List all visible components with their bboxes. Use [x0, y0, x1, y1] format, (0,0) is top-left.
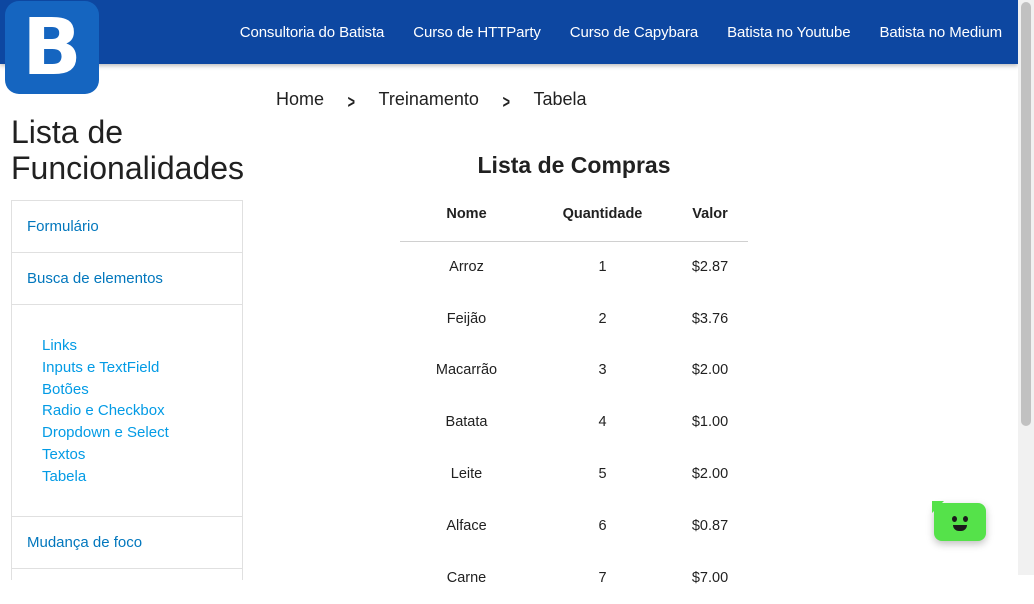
- nav-link-consultoria[interactable]: Consultoria do Batista: [240, 24, 385, 41]
- table-title: Lista de Compras: [477, 152, 671, 178]
- cell-nome: Batata: [445, 414, 488, 431]
- cell-nome: Alface: [446, 517, 487, 534]
- table-row: Feijão 2 $3.76: [400, 293, 748, 345]
- breadcrumb-tabela[interactable]: Tabela: [533, 89, 586, 110]
- cell-quantidade: 7: [598, 569, 607, 586]
- table-row: Leite 5 $2.00: [400, 448, 748, 500]
- brand-logo[interactable]: B: [5, 1, 99, 94]
- sidebar-item-busca-de-elementos[interactable]: Busca de elementos: [12, 253, 242, 305]
- breadcrumb-treinamento[interactable]: Treinamento: [379, 89, 479, 110]
- sidebar-title-line1: Lista de: [11, 114, 124, 150]
- table-row: Carne 7 $7.00: [400, 552, 748, 604]
- sidebar-item-formulario[interactable]: Formulário: [12, 201, 242, 253]
- cell-quantidade: 3: [598, 362, 607, 379]
- top-navbar: Consultoria do Batista Curso de HTTParty…: [0, 0, 1018, 64]
- cell-quantidade: 1: [598, 259, 607, 276]
- cell-valor: $2.87: [691, 259, 729, 276]
- column-header-nome: Nome: [400, 187, 533, 242]
- cell-valor: $2.00: [691, 362, 729, 379]
- page-scrollbar[interactable]: [1018, 0, 1034, 575]
- cell-nome: Feijão: [446, 310, 487, 327]
- table-row: Batata 4 $1.00: [400, 396, 748, 448]
- sidebar-title: Lista de Funcionalidades: [11, 114, 244, 186]
- chevron-right-icon: >: [502, 92, 510, 112]
- chevron-right-icon: >: [347, 92, 355, 112]
- sidebar-item-mudanca-de-foco[interactable]: Mudança de foco: [12, 517, 242, 569]
- submenu-item-dropdown-select[interactable]: Dropdown e Select: [42, 422, 242, 444]
- cell-nome: Leite: [450, 466, 483, 483]
- cell-valor: $1.00: [691, 414, 729, 431]
- table-row: Arroz 1 $2.87: [400, 241, 748, 293]
- submenu-item-radio-checkbox[interactable]: Radio e Checkbox: [42, 400, 242, 422]
- cell-valor: $2.00: [691, 466, 729, 483]
- chat-face-eye-icon: [963, 516, 968, 522]
- submenu-item-inputs[interactable]: Inputs e TextField: [42, 357, 242, 379]
- sidebar-submenu: Links Inputs e TextField Botões Radio e …: [12, 305, 242, 517]
- column-header-valor: Valor: [672, 187, 748, 242]
- cell-nome: Arroz: [449, 259, 484, 276]
- cell-quantidade: 5: [598, 466, 607, 483]
- sidebar-title-line2: Funcionalidades: [11, 150, 245, 186]
- submenu-item-textos[interactable]: Textos: [42, 444, 242, 466]
- submenu-item-tabela[interactable]: Tabela: [42, 466, 242, 488]
- nav-link-httparty[interactable]: Curso de HTTParty: [413, 24, 541, 41]
- chat-widget-button[interactable]: [932, 501, 986, 541]
- cell-valor: $7.00: [691, 569, 729, 586]
- breadcrumb-home[interactable]: Home: [276, 89, 324, 110]
- nav-link-youtube[interactable]: Batista no Youtube: [727, 24, 850, 41]
- cell-quantidade: 2: [598, 310, 607, 327]
- nav-link-capybara[interactable]: Curso de Capybara: [570, 24, 698, 41]
- cell-valor: $0.87: [691, 517, 729, 534]
- chat-face-smile-icon: [953, 525, 967, 531]
- sidebar-menu: Formulário Busca de elementos Links Inpu…: [11, 200, 243, 580]
- scrollbar-thumb[interactable]: [1021, 2, 1031, 426]
- cell-nome: Macarrão: [435, 362, 498, 379]
- nav-link-medium[interactable]: Batista no Medium: [879, 24, 1002, 41]
- cell-valor: $3.76: [691, 310, 729, 327]
- submenu-item-links[interactable]: Links: [42, 335, 242, 357]
- shopping-table: Nome Quantidade Valor Arroz 1 $2.87 Feij…: [400, 187, 748, 604]
- table-row: Macarrão 3 $2.00: [400, 345, 748, 397]
- submenu-item-botoes[interactable]: Botões: [42, 379, 242, 401]
- column-header-quantidade: Quantidade: [533, 187, 672, 242]
- table-header-row: Nome Quantidade Valor: [400, 187, 748, 242]
- chat-face-eye-icon: [952, 516, 957, 522]
- cell-quantidade: 6: [598, 517, 607, 534]
- nav-links: Consultoria do Batista Curso de HTTParty…: [211, 0, 1002, 64]
- cell-quantidade: 4: [598, 414, 607, 431]
- breadcrumb: Home > Treinamento > Tabela: [276, 86, 586, 113]
- table-row: Alface 6 $0.87: [400, 500, 748, 552]
- cell-nome: Carne: [446, 569, 487, 586]
